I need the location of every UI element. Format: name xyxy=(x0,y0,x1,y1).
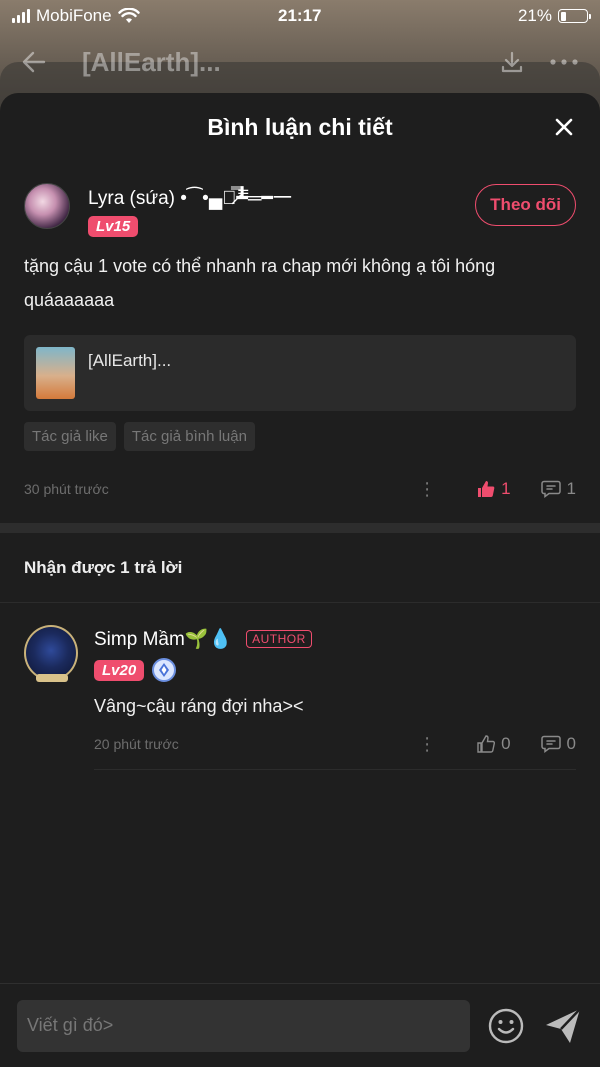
status-left: MobiFone xyxy=(12,6,140,26)
reply-count: 1 xyxy=(566,479,576,498)
carrier-label: MobiFone xyxy=(36,6,112,25)
main-comment: Lyra (sứa) •⁀•▄︻̷̿┻̿═━一 Lv15 Theo dõi tặ… xyxy=(0,161,600,503)
sheet-title: Bình luận chi tiết xyxy=(207,113,393,140)
like-count: 1 xyxy=(501,479,511,498)
reply-time: 20 phút trước xyxy=(94,736,179,752)
tag-list: Tác giả like Tác giả bình luận xyxy=(24,422,576,451)
sheet-header: Bình luận chi tiết xyxy=(0,93,600,161)
user-name[interactable]: Lyra (sứa) •⁀•▄︻̷̿┻̿═━一 xyxy=(88,183,475,210)
reply-body: Simp Mầm🌱💧 AUTHOR Lv20 Vâng~cậu ráng đợi… xyxy=(94,625,576,770)
thumbs-up-icon xyxy=(478,481,495,497)
reply-button[interactable]: 0 xyxy=(540,734,576,754)
like-count: 0 xyxy=(501,734,511,753)
background-actions xyxy=(500,50,578,74)
close-button[interactable] xyxy=(552,115,576,139)
emoji-icon[interactable] xyxy=(488,1008,524,1044)
level-badge: Lv15 xyxy=(88,216,139,237)
reply-button[interactable]: 1 xyxy=(540,479,576,499)
signal-icon xyxy=(12,9,30,23)
comment-meta-row: 30 phút trước ⋮ 1 1 xyxy=(24,475,576,503)
replies-header: Nhận được 1 trả lời xyxy=(0,533,600,603)
more-options-icon[interactable]: ⋮ xyxy=(417,734,437,755)
story-reference-card[interactable]: [AllEarth]... xyxy=(24,335,576,411)
comment-time: 30 phút trước xyxy=(24,481,109,497)
avatar[interactable] xyxy=(24,625,78,682)
avatar[interactable] xyxy=(24,183,70,229)
level-badge: Lv20 xyxy=(94,659,145,681)
back-arrow-icon[interactable] xyxy=(22,51,46,73)
like-button[interactable]: 0 xyxy=(477,734,511,754)
reply-item: Simp Mầm🌱💧 AUTHOR Lv20 Vâng~cậu ráng đợi… xyxy=(0,603,600,770)
reply-name-row: Simp Mầm🌱💧 AUTHOR xyxy=(94,627,576,651)
tag-author-like: Tác giả like xyxy=(24,422,116,451)
author-badge: AUTHOR xyxy=(246,630,312,648)
section-divider xyxy=(0,523,600,533)
story-thumbnail xyxy=(36,347,75,399)
like-button[interactable]: 1 xyxy=(477,479,511,499)
comment-input[interactable] xyxy=(17,999,470,1052)
more-icon[interactable] xyxy=(550,59,578,65)
battery-fill xyxy=(560,11,566,21)
user-block: Lyra (sứa) •⁀•▄︻̷̿┻̿═━一 Lv15 xyxy=(88,183,475,237)
comment-bubble-icon xyxy=(540,735,561,753)
send-icon[interactable] xyxy=(544,1007,582,1045)
background-header: [AllEarth]... xyxy=(0,40,600,84)
reply-badges: Lv20 xyxy=(94,658,576,682)
comment-input-bar xyxy=(0,983,600,1067)
reply-user-name[interactable]: Simp Mầm🌱💧 xyxy=(94,627,232,651)
comment-author-row: Lyra (sứa) •⁀•▄︻̷̿┻̿═━一 Lv15 Theo dõi xyxy=(24,183,576,237)
status-bar: MobiFone 21:17 21% xyxy=(0,0,600,32)
battery-icon xyxy=(558,9,591,23)
reply-meta-row: 20 phút trước ⋮ 0 0 xyxy=(94,731,576,770)
comment-detail-sheet: Bình luận chi tiết Lyra (sứa) •⁀•▄︻̷̿┻̿═… xyxy=(0,93,600,1067)
reply-text: Vâng~cậu ráng đợi nha>< xyxy=(94,696,304,716)
comment-bubble-icon xyxy=(540,480,561,498)
tag-author-comment: Tác giả bình luận xyxy=(123,422,255,451)
more-options-icon[interactable]: ⋮ xyxy=(417,479,437,500)
clock: 21:17 xyxy=(278,6,322,25)
verified-icon xyxy=(152,658,177,682)
comment-text: tặng cậu 1 vote có thể nhanh ra chap mới… xyxy=(24,256,496,310)
follow-button[interactable]: Theo dõi xyxy=(475,184,576,226)
close-icon xyxy=(555,118,573,136)
status-right: 21% xyxy=(517,6,591,26)
wifi-icon xyxy=(117,8,140,23)
thumbs-up-icon xyxy=(477,735,496,753)
reply-count: 0 xyxy=(566,734,576,753)
download-icon[interactable] xyxy=(500,50,524,74)
story-title: [AllEarth]... xyxy=(88,351,172,370)
background-title: [AllEarth]... xyxy=(82,46,221,77)
battery-percent: 21% xyxy=(517,6,552,25)
